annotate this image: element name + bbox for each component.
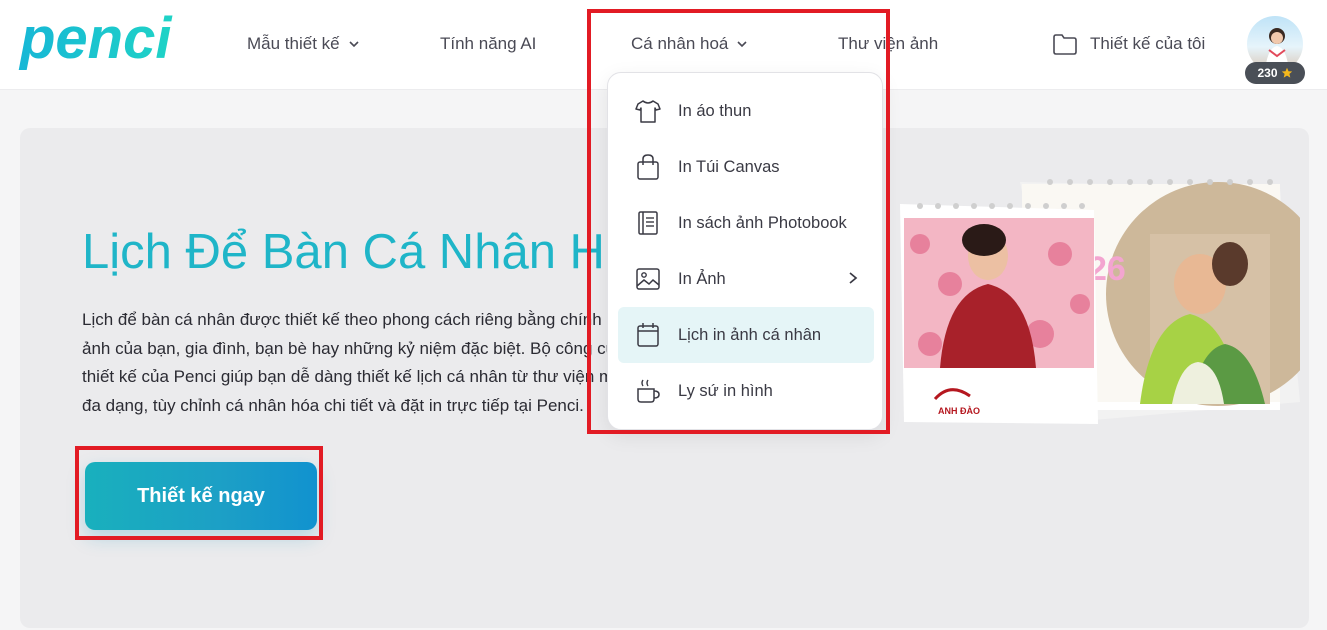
menu-item-label: In sách ảnh Photobook xyxy=(678,213,847,232)
nav-item-templates[interactable]: Mẫu thiết kế xyxy=(247,30,360,58)
nav-item-personalize[interactable]: Cá nhân hoá xyxy=(631,30,748,58)
menu-item-mug[interactable]: Ly sứ in hình xyxy=(618,363,874,419)
mug-icon xyxy=(637,379,660,403)
user-account[interactable]: 230 xyxy=(1243,14,1307,86)
my-designs-link[interactable]: Thiết kế của tôi xyxy=(1052,30,1205,58)
star-icon xyxy=(1281,67,1292,78)
design-now-button[interactable]: Thiết kế ngay xyxy=(85,462,317,530)
credits-count: 230 xyxy=(1257,66,1278,80)
menu-item-label: In áo thun xyxy=(678,101,752,120)
nav-label: Mẫu thiết kế xyxy=(247,34,340,53)
menu-item-label: Ly sứ in hình xyxy=(678,381,773,400)
personalize-dropdown: In áo thun In Túi Canvas In sách ảnh Pho… xyxy=(607,72,883,430)
nav-item-ai-features[interactable]: Tính năng AI xyxy=(440,30,536,58)
nav-item-photo-library[interactable]: Thư viện ảnh xyxy=(838,30,938,58)
my-designs-label: Thiết kế của tôi xyxy=(1090,34,1206,53)
desk-calendar-illustration: 26 ANH ĐÀO xyxy=(900,179,1300,424)
chevron-right-icon xyxy=(849,272,858,284)
menu-item-label: Lịch in ảnh cá nhân xyxy=(678,325,822,344)
calendar-icon xyxy=(637,323,659,347)
bag-icon xyxy=(637,154,659,180)
image-icon xyxy=(636,268,660,290)
tshirt-icon xyxy=(635,100,661,123)
penci-logo[interactable]: penci xyxy=(18,6,178,76)
menu-item-canvas-bag[interactable]: In Túi Canvas xyxy=(618,139,874,195)
credits-badge: 230 xyxy=(1245,62,1305,84)
hero-description: Lịch để bàn cá nhân được thiết kế theo p… xyxy=(82,310,640,415)
chevron-down-icon xyxy=(349,41,359,48)
page-title: Lịch Để Bàn Cá Nhân Hóa xyxy=(82,225,660,279)
nav-label: Thư viện ảnh xyxy=(838,34,939,53)
menu-item-label: In Túi Canvas xyxy=(678,157,780,176)
nav-label: Tính năng AI xyxy=(440,34,537,53)
svg-text:ANH ĐÀO: ANH ĐÀO xyxy=(938,406,980,416)
menu-item-tshirt[interactable]: In áo thun xyxy=(618,83,874,139)
menu-item-label: In Ảnh xyxy=(678,269,726,288)
menu-item-photo-calendar[interactable]: Lịch in ảnh cá nhân xyxy=(618,307,874,363)
book-icon xyxy=(638,211,658,235)
svg-text:penci: penci xyxy=(18,6,173,71)
menu-item-photobook[interactable]: In sách ảnh Photobook xyxy=(618,195,874,251)
folder-icon xyxy=(1053,34,1077,55)
nav-label: Cá nhân hoá xyxy=(631,34,729,53)
chevron-down-icon xyxy=(737,41,747,48)
menu-item-photo-print[interactable]: In Ảnh xyxy=(618,251,874,307)
